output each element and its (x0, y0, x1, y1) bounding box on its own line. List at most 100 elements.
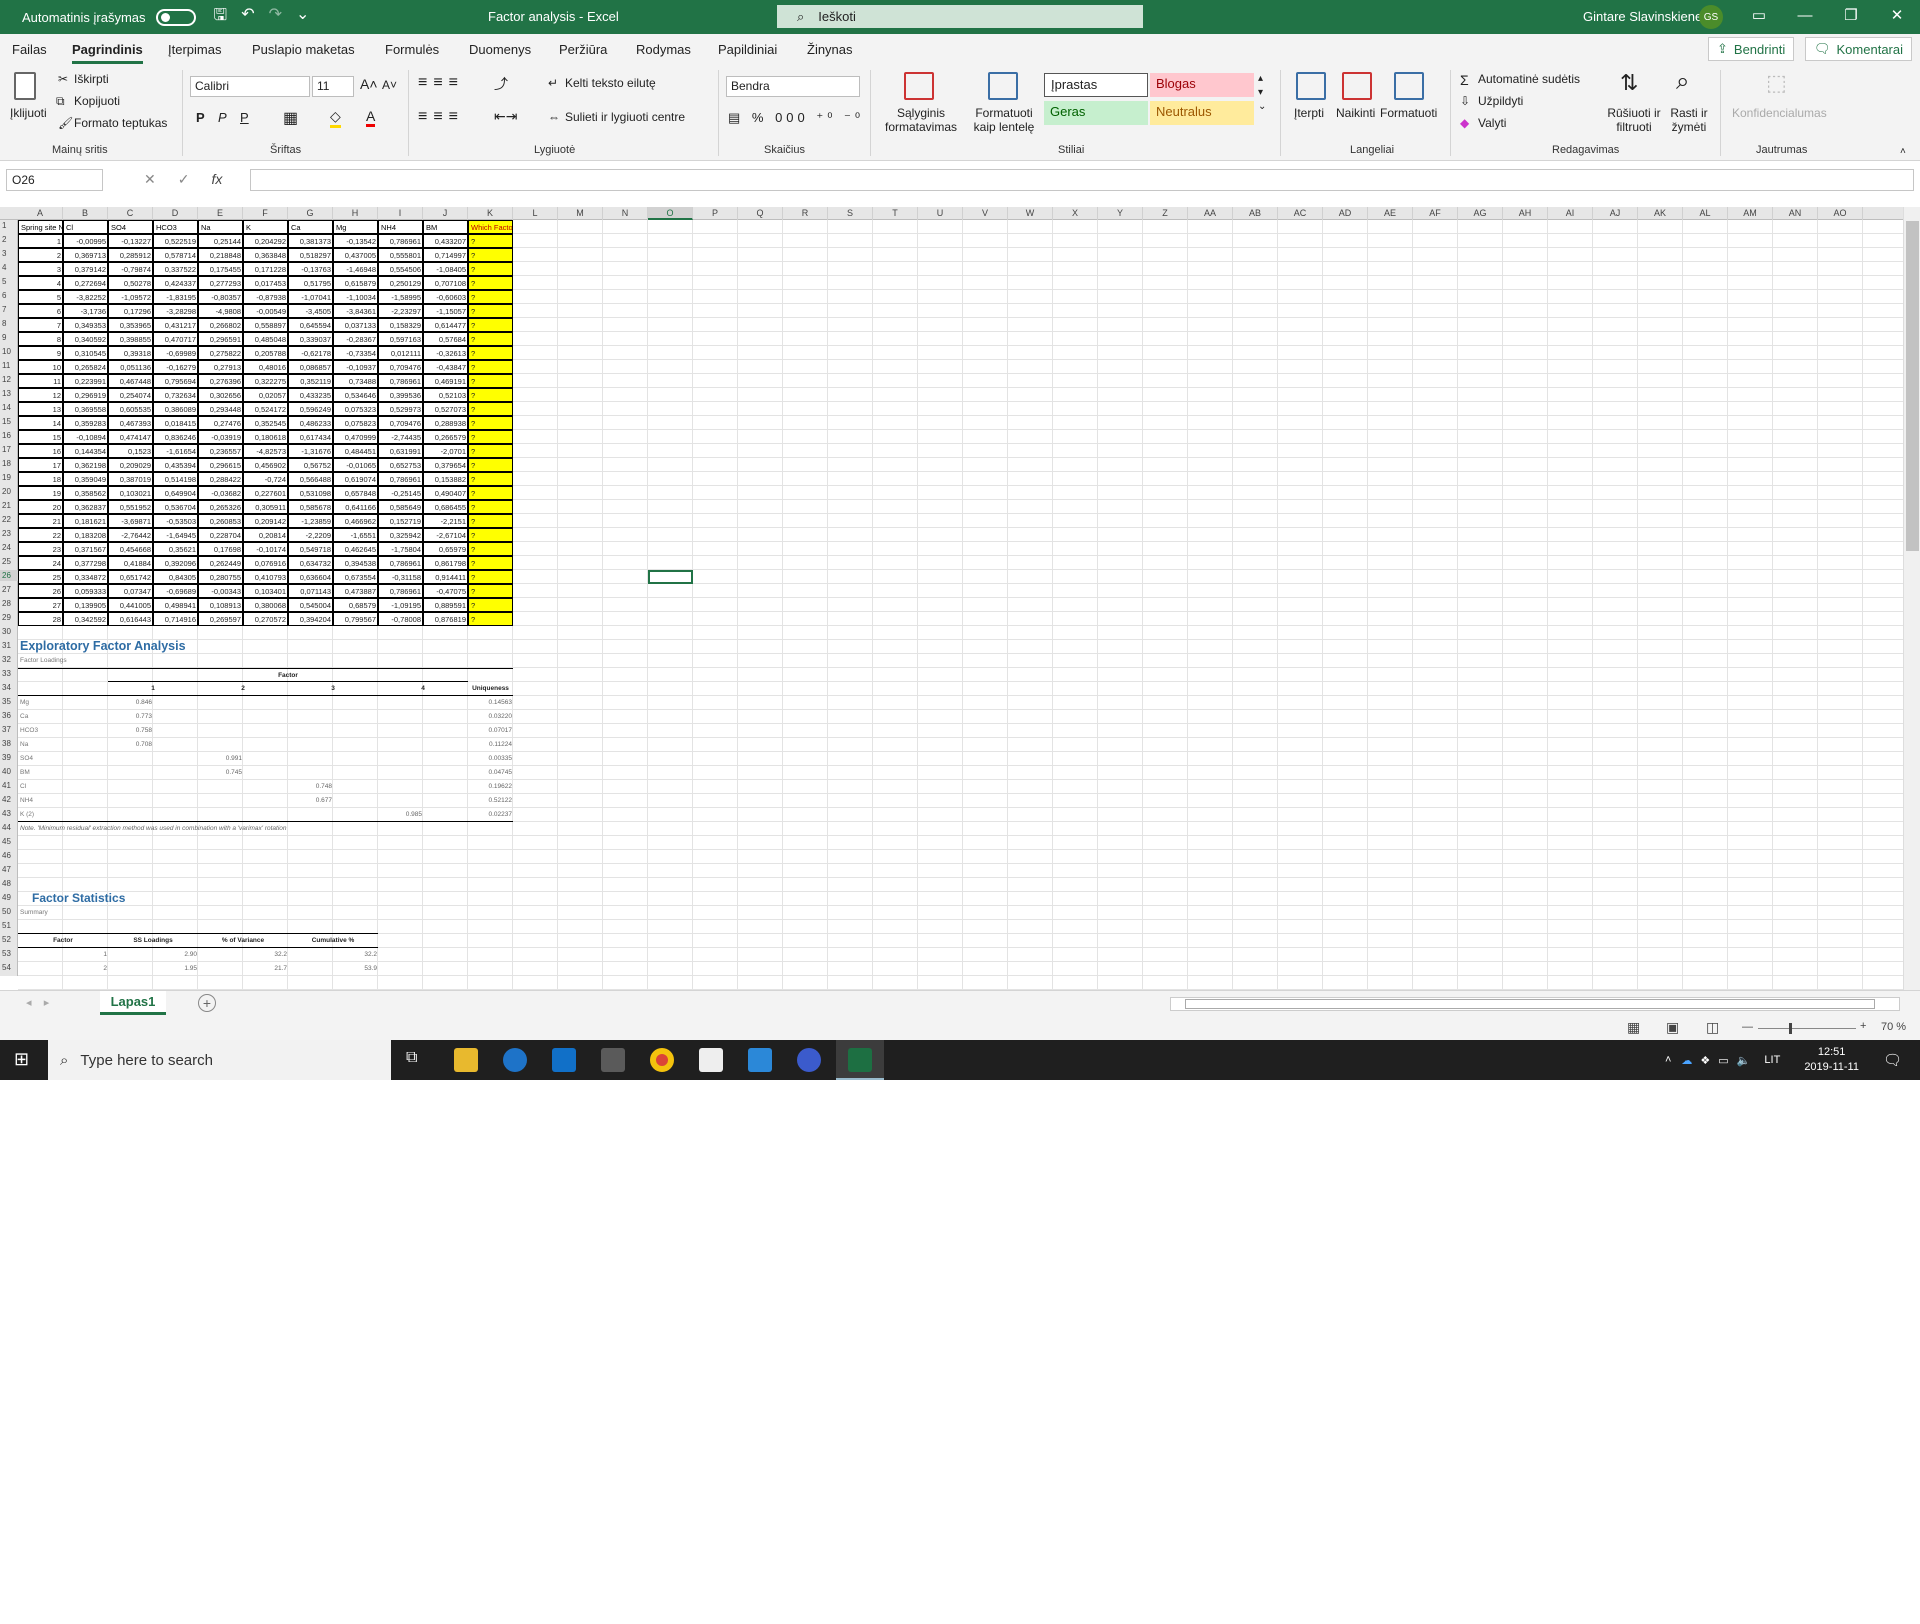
row-header[interactable]: 16 (0, 430, 18, 441)
table-cell[interactable]: -1,83195 (153, 290, 198, 304)
table-cell[interactable]: 0,641166 (333, 500, 378, 514)
tab-home[interactable]: Pagrindinis (72, 42, 143, 64)
table-cell[interactable]: 0,352545 (243, 416, 288, 430)
column-header[interactable]: U (918, 207, 963, 220)
table-header-cell[interactable]: Cl (63, 220, 108, 234)
row-header[interactable]: 9 (0, 332, 18, 343)
efa-loading[interactable]: 0.846 (108, 696, 153, 710)
table-cell[interactable]: 0,152719 (378, 514, 423, 528)
chrome-icon[interactable] (650, 1048, 674, 1072)
table-cell[interactable]: ? (468, 248, 513, 262)
table-cell[interactable]: 0,52103 (423, 388, 468, 402)
table-cell[interactable]: 0,310545 (63, 346, 108, 360)
efa-loading[interactable] (378, 794, 423, 808)
efa-blank[interactable] (243, 780, 288, 794)
format-painter-button[interactable]: Formato teptukas (74, 116, 167, 130)
efa-blank[interactable] (423, 696, 468, 710)
table-cell[interactable]: ? (468, 584, 513, 598)
column-header[interactable]: AJ (1593, 207, 1638, 220)
table-header-cell[interactable]: NH4 (378, 220, 423, 234)
table-cell[interactable]: 0,424337 (153, 276, 198, 290)
table-cell[interactable]: 0,059333 (63, 584, 108, 598)
table-cell[interactable]: -3,28298 (153, 304, 198, 318)
table-cell[interactable]: 8 (18, 332, 63, 346)
table-cell[interactable]: 0,485048 (243, 332, 288, 346)
table-cell[interactable]: -0,43847 (423, 360, 468, 374)
store-icon[interactable] (601, 1048, 625, 1072)
number-format-select[interactable]: Bendra (726, 76, 860, 97)
table-cell[interactable]: 0,051136 (108, 360, 153, 374)
efa-loading[interactable] (378, 780, 423, 794)
table-cell[interactable]: ? (468, 444, 513, 458)
efa-blank[interactable] (153, 808, 198, 822)
table-cell[interactable]: 0,596249 (288, 402, 333, 416)
table-cell[interactable]: 0,288938 (423, 416, 468, 430)
efa-factor-number[interactable]: 1 (108, 682, 198, 696)
table-cell[interactable]: 0,551952 (108, 500, 153, 514)
borders-icon[interactable]: ▦ (283, 108, 298, 128)
font-color-icon[interactable]: A (366, 108, 376, 127)
vertical-align-icons[interactable]: ≡≡≡ (418, 74, 464, 92)
efa-blank[interactable] (423, 766, 468, 780)
table-cell[interactable]: 0,353965 (108, 318, 153, 332)
table-cell[interactable]: 3 (18, 262, 63, 276)
zoom-slider[interactable] (1758, 1023, 1856, 1034)
table-cell[interactable]: 0,139905 (63, 598, 108, 612)
efa-blank[interactable] (333, 724, 378, 738)
row-header[interactable]: 28 (0, 598, 18, 609)
table-cell[interactable]: 0,071143 (288, 584, 333, 598)
column-header[interactable]: O (648, 207, 693, 220)
table-cell[interactable]: -1,58995 (378, 290, 423, 304)
table-cell[interactable]: 0,836246 (153, 430, 198, 444)
table-cell[interactable]: ? (468, 304, 513, 318)
table-cell[interactable]: 0,549718 (288, 542, 333, 556)
table-cell[interactable]: 0,714997 (423, 248, 468, 262)
table-cell[interactable]: 24 (18, 556, 63, 570)
table-cell[interactable]: -1,6551 (333, 528, 378, 542)
efa-loading[interactable] (288, 710, 333, 724)
wrap-text-icon[interactable]: ↵ (548, 76, 558, 90)
efa-blank[interactable] (243, 808, 288, 822)
table-cell[interactable]: ? (468, 542, 513, 556)
row-header[interactable]: 40 (0, 766, 18, 777)
row-header[interactable]: 41 (0, 780, 18, 791)
table-cell[interactable]: 12 (18, 388, 63, 402)
efa-blank[interactable] (423, 724, 468, 738)
table-cell[interactable]: 0,236557 (198, 444, 243, 458)
table-header-cell[interactable]: BM (423, 220, 468, 234)
table-cell[interactable]: 0,227601 (243, 486, 288, 500)
table-cell[interactable]: 0,431217 (153, 318, 198, 332)
table-cell[interactable]: 19 (18, 486, 63, 500)
table-cell[interactable]: -1,75804 (378, 542, 423, 556)
avatar[interactable]: GS (1699, 5, 1723, 29)
table-cell[interactable]: -1,31676 (288, 444, 333, 458)
row-header[interactable]: 48 (0, 878, 18, 889)
efa-blank[interactable] (243, 794, 288, 808)
table-cell[interactable]: -2,67104 (423, 528, 468, 542)
eraser-icon[interactable]: ◆ (1460, 116, 1469, 130)
efa-blank[interactable] (63, 808, 108, 822)
column-header[interactable]: V (963, 207, 1008, 220)
column-header[interactable]: X (1053, 207, 1098, 220)
efa-loading[interactable] (288, 738, 333, 752)
efa-factor-header[interactable]: Factor (108, 668, 468, 682)
efa-loading[interactable] (198, 738, 243, 752)
table-cell[interactable]: -2,74435 (378, 430, 423, 444)
table-cell[interactable]: -0,78008 (378, 612, 423, 626)
column-header[interactable]: AH (1503, 207, 1548, 220)
efa-blank[interactable] (423, 794, 468, 808)
table-cell[interactable]: -2,76442 (108, 528, 153, 542)
enter-icon[interactable]: ✓ (178, 171, 190, 188)
table-cell[interactable]: 0,527073 (423, 402, 468, 416)
horizontal-scrollbar[interactable] (1170, 997, 1900, 1011)
file-explorer-icon[interactable] (454, 1048, 478, 1072)
table-cell[interactable]: 0,469191 (423, 374, 468, 388)
row-header[interactable]: 17 (0, 444, 18, 455)
row-header[interactable]: 1 (0, 220, 18, 231)
format-painter-icon[interactable]: 🖌 (58, 116, 73, 130)
table-cell[interactable]: 0,597163 (378, 332, 423, 346)
table-cell[interactable]: -0,01065 (333, 458, 378, 472)
number-format-icons[interactable]: ▤ % 000 ⁺⁰ ⁻⁰ (728, 110, 864, 126)
table-cell[interactable]: 0,48016 (243, 360, 288, 374)
table-cell[interactable]: -0,73354 (333, 346, 378, 360)
